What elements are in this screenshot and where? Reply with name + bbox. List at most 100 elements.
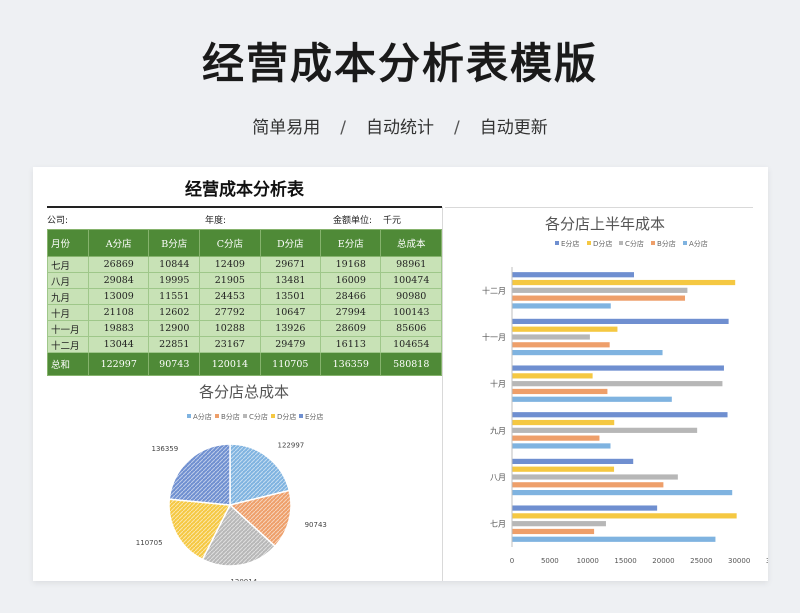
- value-cell: 11551: [148, 288, 201, 305]
- month-cell: 九月: [47, 288, 89, 305]
- bar: [512, 536, 716, 542]
- y-category-label: 十一月: [482, 332, 506, 342]
- table-row: 十一月 19883 12900 10288 13926 28609 85606: [47, 320, 442, 337]
- bar: [512, 505, 658, 511]
- legend-label: D分店: [593, 239, 612, 248]
- pie-data-label: 120014: [230, 578, 257, 581]
- feature-separator: /: [340, 118, 346, 138]
- legend-label: A分店: [193, 412, 212, 421]
- company-label: 公司:: [47, 216, 69, 226]
- value-cell: 10288: [199, 320, 261, 337]
- legend-label: C分店: [249, 412, 268, 421]
- month-cell: 七月: [47, 256, 89, 273]
- bar: [512, 458, 634, 464]
- legend-swatch: [619, 241, 623, 245]
- value-cell: 19995: [148, 272, 201, 289]
- bar: [512, 419, 615, 426]
- value-cell: 85606: [380, 320, 442, 337]
- bar: [512, 427, 698, 433]
- feature-item: 简单易用: [252, 118, 321, 138]
- bar-chart: 各分店上半年成本 E分店 D分店 C分店 B分店 A分店 0 5000 10000 15000…: [482, 215, 768, 565]
- month-cell: 十月: [47, 304, 89, 321]
- pie-slice-texture: [169, 444, 230, 505]
- total-cell: 122997: [87, 352, 150, 376]
- month-cell: 十一月: [47, 320, 89, 337]
- chart-title: 各分店上半年成本: [545, 215, 665, 233]
- table-row: 九月 13009 11551 24453 13501 28466 90980: [47, 288, 442, 305]
- cost-table: 月份 A分店 B分店 C分店 D分店 E分店 总成本 七月 26869 10844 1…: [47, 229, 442, 376]
- y-category-label: 九月: [490, 426, 506, 435]
- legend-label: B分店: [657, 239, 676, 248]
- value-cell: 16009: [320, 272, 382, 289]
- year-label: 年度:: [205, 216, 227, 226]
- bar: [512, 350, 663, 356]
- total-cell: 90743: [148, 352, 201, 376]
- legend-swatch: [555, 241, 559, 245]
- column-header: E分店: [320, 229, 382, 257]
- legend-swatch: [651, 241, 655, 245]
- legend-label: D分店: [277, 412, 296, 421]
- total-cell: 110705: [259, 352, 322, 376]
- bar: [512, 466, 615, 472]
- value-cell: 28466: [320, 288, 382, 305]
- table-row: 十月 21108 12602 27792 10647 27994 100143: [47, 304, 442, 321]
- month-cell: 八月: [47, 272, 89, 289]
- bar: [512, 365, 724, 371]
- table-row: 十二月 13044 22851 23167 29479 16113 104654: [47, 336, 442, 353]
- legend-swatch: [683, 241, 687, 245]
- value-cell: 22851: [148, 336, 201, 353]
- y-category-label: 十二月: [482, 285, 506, 295]
- pie-data-label: 136359: [151, 445, 178, 453]
- bar: [512, 521, 606, 527]
- bar: [512, 318, 729, 324]
- unit-value: 千元: [383, 216, 402, 226]
- spreadsheet-preview: 经营成本分析表 公司: 年度: 金额单位: 千元 月份 A分店 B分店 C分店 …: [33, 167, 768, 581]
- total-cell: 136359: [320, 352, 382, 376]
- bar: [512, 287, 688, 293]
- value-cell: 104654: [380, 336, 442, 353]
- legend-label: B分店: [221, 412, 240, 421]
- bar: [512, 528, 595, 535]
- y-category-label: 七月: [490, 520, 506, 529]
- x-tick-label: 15000: [614, 557, 636, 565]
- value-cell: 13481: [259, 272, 322, 289]
- value-cell: 12900: [148, 320, 201, 337]
- legend-swatch: [215, 414, 219, 418]
- x-tick-label: 5000: [541, 557, 559, 565]
- x-tick-label: 35000: [766, 557, 768, 565]
- feature-item: 自动统计: [366, 118, 434, 138]
- value-cell: 27994: [320, 304, 382, 321]
- value-cell: 10844: [148, 256, 201, 273]
- bar: [512, 490, 733, 496]
- pie-data-label: 122997: [278, 441, 305, 449]
- legend-swatch: [587, 241, 591, 245]
- value-cell: 26869: [87, 256, 150, 273]
- bar: [512, 396, 672, 402]
- total-cell: 120014: [199, 352, 261, 376]
- x-tick-label: 20000: [652, 557, 674, 565]
- value-cell: 90980: [380, 288, 442, 305]
- x-tick-label: 0: [510, 557, 514, 565]
- bar: [512, 412, 728, 418]
- value-cell: 19168: [320, 256, 382, 273]
- legend-swatch: [271, 414, 275, 418]
- bar: [512, 381, 723, 387]
- value-cell: 29084: [87, 272, 150, 289]
- legend-swatch: [187, 414, 191, 418]
- sheet-title: 经营成本分析表: [185, 180, 304, 200]
- value-cell: 100143: [380, 304, 442, 321]
- value-cell: 21905: [199, 272, 261, 289]
- legend-label: E分店: [561, 239, 579, 248]
- bar: [512, 326, 618, 332]
- bar: [512, 373, 593, 379]
- feature-item: 自动更新: [479, 118, 548, 138]
- y-category-label: 十月: [490, 379, 506, 389]
- pie-chart: 各分店总成本 A分店 B分店 C分店 D分店 E分店 122997 90743 120014…: [136, 383, 327, 581]
- value-cell: 98961: [380, 256, 442, 273]
- column-header: D分店: [259, 229, 322, 257]
- x-tick-label: 30000: [728, 557, 750, 565]
- column-header: 总成本: [380, 229, 442, 257]
- x-tick-label: 10000: [577, 557, 599, 565]
- value-cell: 13044: [87, 336, 150, 353]
- unit-label: 金额单位:: [333, 216, 373, 226]
